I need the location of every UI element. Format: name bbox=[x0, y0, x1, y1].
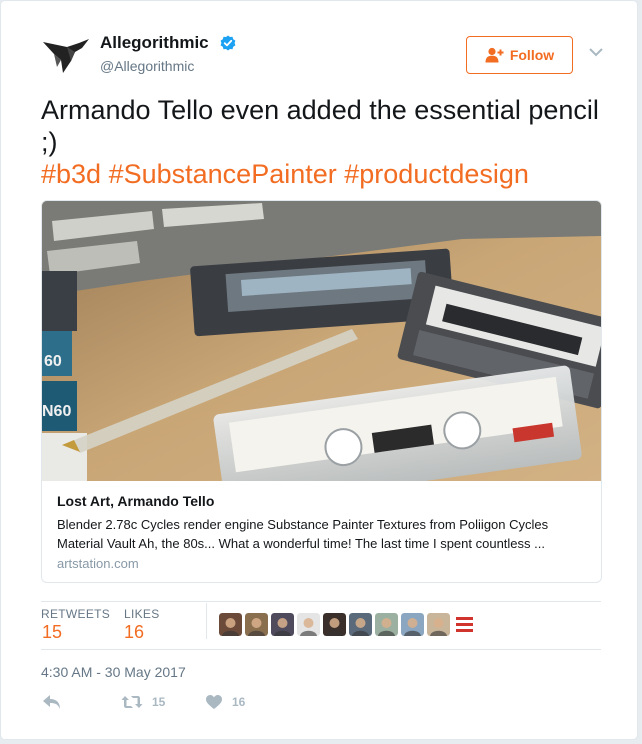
follow-button[interactable]: Follow bbox=[466, 36, 573, 74]
like-button[interactable]: 16 bbox=[205, 694, 245, 710]
like-action-count: 16 bbox=[232, 695, 246, 709]
link-card[interactable]: 60 N60 Lost Art, Armando Tello Blender 2… bbox=[41, 200, 602, 583]
hashtags: #b3d #SubstancePainter #productdesign bbox=[41, 158, 529, 190]
verified-badge-icon bbox=[220, 35, 236, 51]
retweets-label[interactable]: RETWEETS bbox=[41, 607, 110, 621]
retweet-button[interactable]: 15 bbox=[121, 694, 165, 710]
svg-text:60: 60 bbox=[44, 353, 62, 370]
liker-avatar[interactable] bbox=[271, 613, 294, 636]
liker-avatar[interactable] bbox=[401, 613, 424, 636]
author-name[interactable]: Allegorithmic bbox=[100, 33, 209, 53]
reply-icon bbox=[43, 695, 60, 709]
retweets-count[interactable]: 15 bbox=[42, 622, 62, 643]
liker-avatar[interactable] bbox=[245, 613, 268, 636]
liker-avatar[interactable] bbox=[323, 613, 346, 636]
tweet-card: Allegorithmic @Allegorithmic Follow Arma… bbox=[0, 0, 638, 740]
stats-bottom-divider bbox=[41, 649, 601, 650]
hashtag-productdesign[interactable]: #productdesign bbox=[344, 159, 529, 189]
author-handle[interactable]: @Allegorithmic bbox=[100, 58, 194, 74]
chevron-down-icon[interactable] bbox=[588, 45, 604, 59]
reply-button[interactable] bbox=[42, 694, 62, 710]
link-card-description: Blender 2.78c Cycles render engine Subst… bbox=[57, 517, 549, 551]
liker-avatar[interactable] bbox=[375, 613, 398, 636]
heart-icon bbox=[206, 695, 222, 709]
likes-label[interactable]: LIKES bbox=[124, 607, 160, 621]
tweet-text: Armando Tello even added the essential p… bbox=[41, 95, 599, 157]
liker-avatar[interactable] bbox=[453, 613, 476, 636]
liker-avatar[interactable] bbox=[427, 613, 450, 636]
likes-count[interactable]: 16 bbox=[124, 622, 144, 643]
svg-text:N60: N60 bbox=[42, 403, 71, 420]
tweet-timestamp[interactable]: 4:30 AM - 30 May 2017 bbox=[41, 664, 186, 680]
retweet-icon bbox=[121, 696, 143, 708]
hummingbird-logo-icon[interactable] bbox=[41, 34, 91, 74]
follow-button-label: Follow bbox=[509, 47, 555, 63]
retweet-action-count: 15 bbox=[152, 695, 166, 709]
link-card-title: Lost Art, Armando Tello bbox=[57, 493, 215, 509]
liker-avatar[interactable] bbox=[349, 613, 372, 636]
hashtag-b3d[interactable]: #b3d bbox=[41, 159, 101, 189]
link-card-domain: artstation.com bbox=[57, 556, 139, 571]
add-user-icon bbox=[485, 47, 504, 63]
liker-avatar[interactable] bbox=[297, 613, 320, 636]
stats-top-divider bbox=[41, 601, 601, 602]
liker-avatar[interactable] bbox=[219, 613, 242, 636]
hashtag-substancepainter[interactable]: #SubstancePainter bbox=[109, 159, 337, 189]
liker-avatars bbox=[219, 613, 476, 636]
stats-separator bbox=[206, 603, 207, 639]
cassette-tapes-image: 60 N60 bbox=[42, 201, 601, 481]
